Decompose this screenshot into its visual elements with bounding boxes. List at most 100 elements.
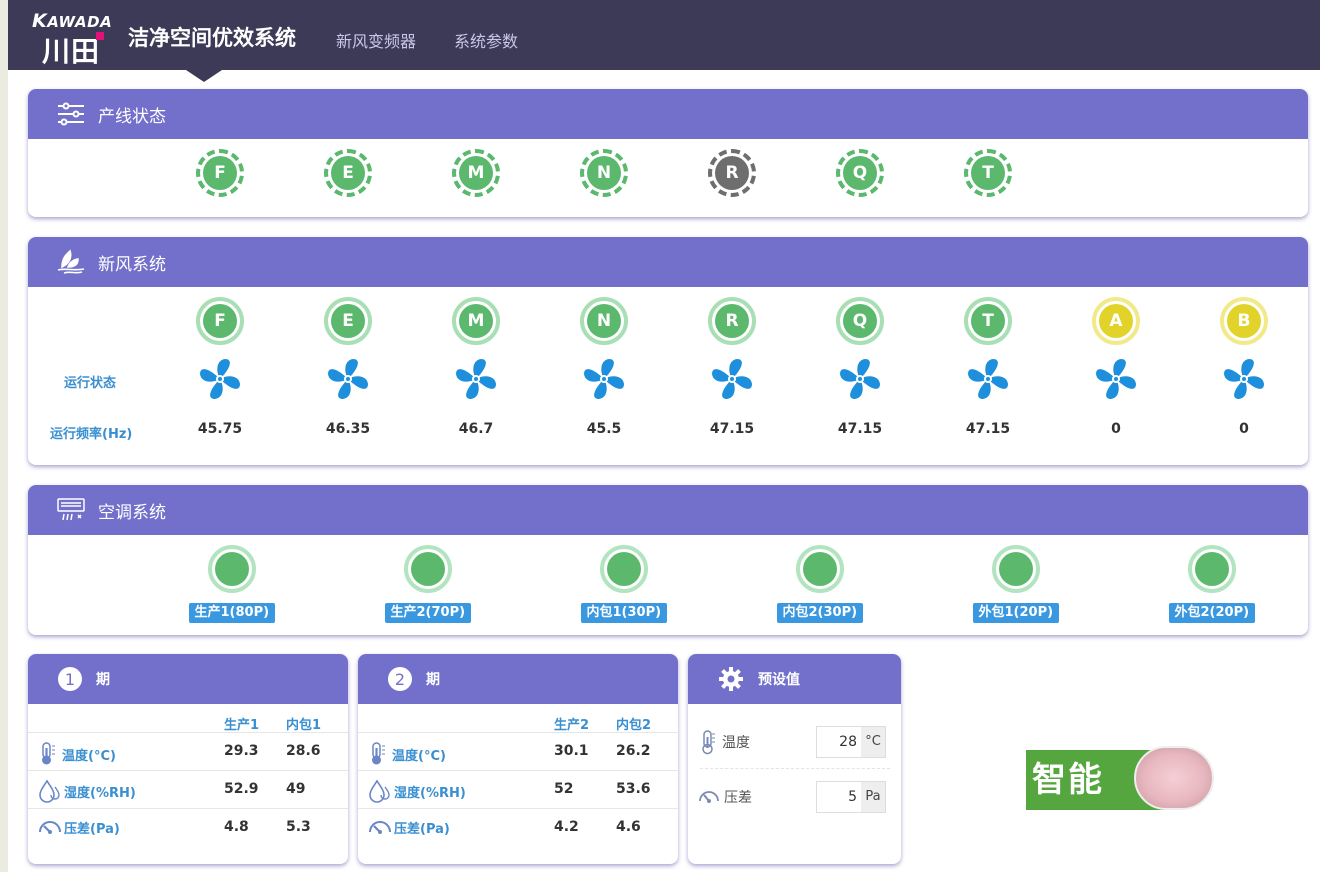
preset-temp-value[interactable]: 28 <box>817 727 861 757</box>
gauge-icon <box>699 791 719 803</box>
thermometer-icon <box>38 741 62 767</box>
fresh-air-panel: 新风系统 运行状态 运行频率(Hz) F 45.75 E 46.35 M 46.7 N 45.… <box>28 237 1308 465</box>
fresh-air-unit-indicator[interactable]: B <box>1220 297 1268 345</box>
fresh-air-unit-indicator[interactable]: N <box>580 297 628 345</box>
fan-icon <box>1221 356 1267 402</box>
row-label-text: 压差(Pa) <box>394 821 450 837</box>
cell-value: 4.2 <box>554 819 579 835</box>
thermometer-icon <box>702 730 715 755</box>
preset-pressure-input[interactable]: 5 Pa <box>816 781 886 813</box>
phase2-panel: 2 期 生产2 内包2 温度(°C) 30.1 26.2 湿度(%RH) 52 53.6 压差(… <box>358 654 678 864</box>
ac-unit-label[interactable]: 内包2(30P) <box>776 603 864 623</box>
app-title: 洁净空间优效系统 <box>128 26 296 50</box>
fresh-air-unit-letter: R <box>715 304 749 338</box>
column-header: 内包1 <box>286 718 322 733</box>
preset-temp-input[interactable]: 28 °C <box>816 726 886 758</box>
row-label-text: 压差(Pa) <box>64 821 120 837</box>
ac-unit-label[interactable]: 外包1(20P) <box>972 603 1060 623</box>
ac-panel: 空调系统 生产1(80P) 生产2(70P) 内包1(30P) 内包2(30P) 外包1… <box>28 485 1308 635</box>
line-status-indicator[interactable]: F <box>196 149 244 197</box>
line-status-indicator[interactable]: Q <box>836 149 884 197</box>
fresh-air-unit-indicator[interactable]: A <box>1092 297 1140 345</box>
fan-icon <box>965 356 1011 402</box>
fan-icon <box>1093 356 1139 402</box>
preset-header: 预设值 <box>688 654 901 704</box>
preset-pressure-value[interactable]: 5 <box>817 782 861 812</box>
ac-unit-indicator[interactable] <box>208 545 256 593</box>
preset-temp-row: 温度 28 °C <box>698 721 892 763</box>
ac-unit-label[interactable]: 内包1(30P) <box>580 603 668 623</box>
cell-value: 30.1 <box>554 743 589 759</box>
phase2-table: 生产2 内包2 温度(°C) 30.1 26.2 湿度(%RH) 52 53.6 压差(Pa) 4… <box>358 712 678 846</box>
preset-temp-label: 温度 <box>722 735 750 751</box>
ac-unit-label[interactable]: 生产1(80P) <box>188 603 276 623</box>
fresh-air-unit-letter: N <box>587 304 621 338</box>
kawada-logo: KAWADA 川田 <box>30 10 112 68</box>
row-label: 温度(°C) <box>38 741 116 767</box>
ac-unit-indicator[interactable] <box>992 545 1040 593</box>
fresh-air-unit-indicator[interactable]: T <box>964 297 1012 345</box>
active-nav-caret <box>186 70 222 82</box>
fan-icon <box>709 356 755 402</box>
line-status-indicator[interactable]: E <box>324 149 372 197</box>
line-status-letter: M <box>459 156 493 190</box>
ac-unit-label[interactable]: 生产2(70P) <box>384 603 472 623</box>
table-row: 压差(Pa) 4.2 4.6 <box>358 808 678 846</box>
cell-value: 29.3 <box>224 743 259 759</box>
row-label-text: 温度(°C) <box>62 748 116 764</box>
droplet-icon <box>38 779 64 803</box>
row-label: 湿度(%RH) <box>368 779 466 803</box>
line-status-indicator[interactable]: M <box>452 149 500 197</box>
line-status-indicator[interactable]: R <box>708 149 756 197</box>
fresh-air-unit-indicator[interactable]: F <box>196 297 244 345</box>
ac-unit-indicator[interactable] <box>404 545 452 593</box>
thermometer-icon <box>368 741 392 767</box>
sliders-icon <box>58 102 84 126</box>
ac-unit-status-dot <box>803 552 837 586</box>
table-header-row: 生产1 内包1 <box>28 712 348 733</box>
cell-value: 5.3 <box>286 819 311 835</box>
line-status-indicator[interactable]: N <box>580 149 628 197</box>
logo-cn: 川田 <box>42 35 101 68</box>
fresh-air-unit-letter: B <box>1227 304 1261 338</box>
ac-unit-indicator[interactable] <box>796 545 844 593</box>
nav-fresh-air-inverter[interactable]: 新风变频器 <box>336 28 416 52</box>
fresh-air-unit-letter: T <box>971 304 1005 338</box>
column-header: 内包2 <box>616 718 652 733</box>
table-row: 压差(Pa) 4.8 5.3 <box>28 808 348 846</box>
line-status-letter: R <box>715 156 749 190</box>
cell-value: 53.6 <box>616 781 651 797</box>
fresh-air-header: 新风系统 <box>28 237 1308 287</box>
smart-mode-toggle[interactable]: 智能 <box>1026 746 1214 810</box>
cell-value: 26.2 <box>616 743 651 759</box>
preset-divider <box>700 768 890 769</box>
fresh-air-unit-indicator[interactable]: M <box>452 297 500 345</box>
row-label-text: 温度(°C) <box>392 748 446 764</box>
fresh-air-unit-frequency: 47.15 <box>837 421 883 437</box>
row-label: 温度(°C) <box>368 741 446 767</box>
fresh-air-unit-frequency: 47.15 <box>709 421 755 437</box>
line-status-title: 产线状态 <box>98 106 166 127</box>
fresh-air-unit-frequency: 45.75 <box>197 421 243 437</box>
line-status-indicator[interactable]: T <box>964 149 1012 197</box>
droplet-icon <box>368 779 394 803</box>
preset-pressure-unit: Pa <box>861 782 885 812</box>
fresh-air-unit-letter: A <box>1099 304 1133 338</box>
ac-unit-label[interactable]: 外包2(20P) <box>1168 603 1256 623</box>
preset-panel: 预设值 温度 28 °C 压差 5 Pa <box>688 654 901 864</box>
cell-value: 52.9 <box>224 781 259 797</box>
fresh-air-unit-indicator[interactable]: Q <box>836 297 884 345</box>
toggle-knob[interactable] <box>1134 746 1214 810</box>
fresh-air-title: 新风系统 <box>98 254 166 275</box>
nav-system-params[interactable]: 系统参数 <box>454 28 518 52</box>
phase2-number: 2 <box>388 667 412 691</box>
ac-title: 空调系统 <box>98 502 166 523</box>
fresh-air-unit-indicator[interactable]: R <box>708 297 756 345</box>
fresh-air-unit-indicator[interactable]: E <box>324 297 372 345</box>
ac-unit-indicator[interactable] <box>600 545 648 593</box>
preset-title: 预设值 <box>758 672 800 688</box>
table-row: 温度(°C) 29.3 28.6 <box>28 732 348 770</box>
table-header-row: 生产2 内包2 <box>358 712 678 733</box>
ac-unit-indicator[interactable] <box>1188 545 1236 593</box>
fan-icon <box>453 356 499 402</box>
